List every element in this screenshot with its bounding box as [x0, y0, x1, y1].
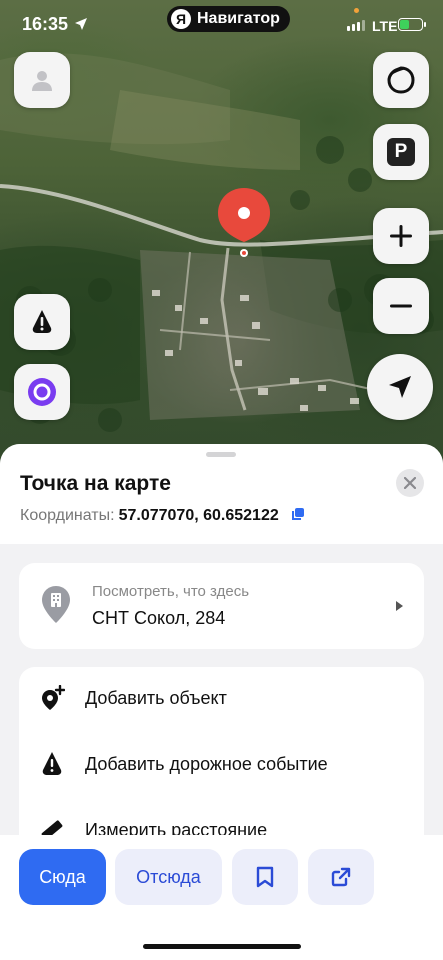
- privacy-dot: [354, 8, 359, 13]
- profile-button[interactable]: [14, 52, 70, 108]
- network-type: LTE: [372, 18, 398, 34]
- road-event-button[interactable]: [14, 294, 70, 350]
- coordinates-value[interactable]: 57.077070, 60.652122: [119, 507, 279, 524]
- alice-icon: [28, 378, 56, 406]
- app-name: Навигатор: [197, 10, 280, 27]
- chevron-right-icon: [396, 601, 403, 611]
- add-road-event-label: Добавить дорожное событие: [85, 754, 328, 774]
- yandex-logo: Я: [171, 9, 191, 29]
- navigation-arrow-icon: [389, 376, 411, 398]
- battery-icon: [398, 18, 426, 31]
- signal-icon: [347, 20, 365, 31]
- home-indicator: [143, 944, 301, 949]
- coordinates-row: Координаты: 57.077070, 60.652122: [20, 507, 305, 525]
- parking-icon: P: [387, 138, 415, 166]
- warning-icon: [32, 310, 52, 333]
- route-from-button[interactable]: Отсюда: [115, 849, 222, 905]
- add-road-event-item[interactable]: Добавить дорожное событие: [19, 735, 424, 795]
- minus-icon: [390, 304, 412, 308]
- route-here-label: Сюда: [39, 866, 86, 887]
- plus-icon: [390, 225, 412, 247]
- road-event-icon: [42, 752, 62, 775]
- map-pin[interactable]: [216, 186, 272, 257]
- share-icon: [331, 867, 351, 887]
- coordinates-label: Координаты:: [20, 507, 115, 524]
- share-button[interactable]: [308, 849, 374, 905]
- place-name: СНТ Сокол, 284: [92, 608, 226, 628]
- layers-button[interactable]: [373, 52, 429, 108]
- route-from-label: Отсюда: [136, 866, 201, 887]
- app-name-pill[interactable]: Я Навигатор: [167, 6, 290, 32]
- close-button[interactable]: [396, 469, 424, 497]
- route-here-button[interactable]: Сюда: [19, 849, 106, 905]
- sheet-grabber[interactable]: [206, 452, 236, 457]
- parking-button[interactable]: P: [373, 124, 429, 180]
- zoom-out-button[interactable]: [373, 278, 429, 334]
- sheet-header: Точка на карте Координаты: 57.077070, 60.…: [0, 444, 443, 544]
- add-place-icon: [42, 685, 65, 710]
- person-icon: [32, 71, 52, 91]
- layers-icon: [387, 66, 415, 94]
- add-object-item[interactable]: Добавить объект: [19, 669, 424, 729]
- whats-here-label: Посмотреть, что здесь: [92, 583, 250, 600]
- whats-here-card[interactable]: Посмотреть, что здесь СНТ Сокол, 284: [19, 563, 424, 649]
- location-arrow-icon: [75, 18, 87, 30]
- alice-button[interactable]: [14, 364, 70, 420]
- route-buttons-bar: Сюда Отсюда: [0, 835, 443, 960]
- zoom-in-button[interactable]: [373, 208, 429, 264]
- copy-icon[interactable]: [291, 507, 305, 521]
- bookmark-button[interactable]: [232, 849, 298, 905]
- close-icon: [404, 477, 416, 489]
- my-location-button[interactable]: [367, 354, 433, 420]
- building-pin-icon: [42, 586, 70, 623]
- sheet-title: Точка на карте: [20, 472, 171, 495]
- bookmark-icon: [256, 866, 274, 888]
- add-object-label: Добавить объект: [85, 688, 227, 708]
- status-time: 16:35: [22, 14, 69, 34]
- status-bar: 16:35 Я Навигатор LTE: [0, 0, 443, 44]
